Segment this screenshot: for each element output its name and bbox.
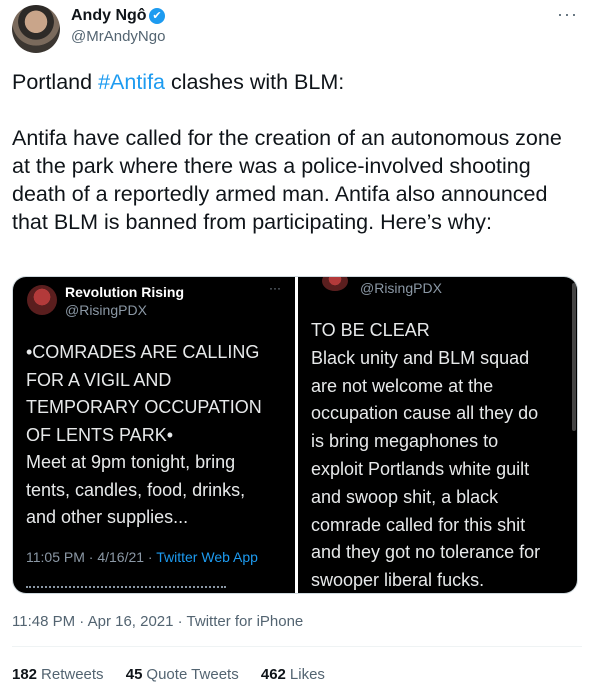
- tweet-line1-post: clashes with BLM:: [165, 70, 345, 94]
- media-image-2[interactable]: @RisingPDX TO BE CLEAR Black unity and B…: [298, 277, 577, 593]
- divider: [12, 646, 582, 647]
- hashtag-link[interactable]: #Antifa: [98, 70, 165, 94]
- retweets-link[interactable]: 182 Retweets: [12, 666, 104, 683]
- embedded-line: and they got no tolerance for: [311, 542, 541, 563]
- tweet-line1-pre: Portland: [12, 70, 99, 94]
- tweet-body: Antifa have called for the creation of a…: [12, 126, 562, 234]
- embedded-line: is bring megaphones to: [311, 431, 499, 452]
- embedded-avatar: [322, 277, 348, 291]
- embedded-time: 11:05 PM · 4/16/21 ·: [26, 549, 157, 565]
- quote-tweets-link[interactable]: 45 Quote Tweets: [126, 666, 239, 683]
- embedded-more-icon: ···: [269, 281, 281, 295]
- quotes-count: 45: [125, 666, 143, 683]
- scrollbar: [572, 283, 576, 431]
- engagement-stats: 182 Retweets 45 Quote Tweets 462 Likes: [12, 666, 343, 683]
- embedded-line: occupation cause all they do: [311, 403, 539, 424]
- tweet-text: Portland #Antifa clashes with BLM: Antif…: [12, 68, 582, 236]
- embedded-name: Revolution Rising: [65, 284, 184, 300]
- author-handle[interactable]: @MrAndyNgo: [71, 28, 165, 45]
- embedded-line: and other supplies...: [26, 507, 189, 527]
- embedded-line: are not welcome at the: [311, 375, 494, 396]
- author-name[interactable]: Andy Ngô: [71, 7, 147, 25]
- more-options-icon[interactable]: ···: [557, 4, 578, 25]
- likes-label: Likes: [289, 666, 325, 683]
- media-image-1[interactable]: Revolution Rising @RisingPDX ··· •COMRAD…: [13, 277, 295, 593]
- embedded-line: Black unity and BLM squad: [311, 347, 530, 368]
- embedded-line: swooper liberal fucks.: [311, 570, 485, 591]
- embedded-avatar: [27, 285, 57, 315]
- embedded-line: OF LENTS PARK•: [26, 424, 173, 445]
- tweet-timestamp[interactable]: 11:48 PM · Apr 16, 2021 · Twitter for iP…: [12, 613, 303, 630]
- embedded-line: comrade called for this shit: [311, 514, 526, 535]
- cutoff-line: [26, 586, 226, 593]
- embedded-line: tents, candles, food, drinks,: [26, 479, 246, 500]
- embedded-line: •COMRADES ARE CALLING: [26, 342, 260, 362]
- embedded-meta: 11:05 PM · 4/16/21 · Twitter Web App: [26, 549, 258, 565]
- quotes-label: Quote Tweets: [146, 666, 239, 683]
- retweets-count: 182: [12, 666, 38, 683]
- media-gallery[interactable]: Revolution Rising @RisingPDX ··· •COMRAD…: [12, 276, 578, 594]
- verified-badge-icon: ✔: [149, 8, 165, 24]
- likes-link[interactable]: 462 Likes: [261, 666, 325, 683]
- embedded-line: TEMPORARY OCCUPATION: [26, 397, 262, 417]
- embedded-line: FOR A VIGIL AND: [26, 369, 172, 390]
- tweet-line1: Portland #Antifa clashes with BLM:: [12, 68, 582, 96]
- embedded-line: exploit Portlands white guilt: [311, 458, 530, 479]
- likes-count: 462: [260, 666, 286, 683]
- embedded-app: Twitter Web App: [156, 549, 258, 565]
- embedded-text: •COMRADES ARE CALLING FOR A VIGIL AND TE…: [26, 339, 292, 532]
- embedded-handle: @RisingPDX: [360, 280, 442, 296]
- author-avatar[interactable]: [12, 5, 60, 53]
- retweets-label: Retweets: [41, 666, 104, 683]
- embedded-line: Meet at 9pm tonight, bring: [26, 452, 236, 472]
- embedded-text: TO BE CLEAR Black unity and BLM squad ar…: [311, 317, 577, 593]
- embedded-handle: @RisingPDX: [65, 302, 147, 318]
- embedded-line: and swoop shit, a black: [311, 486, 499, 507]
- embedded-line: TO BE CLEAR: [311, 320, 430, 340]
